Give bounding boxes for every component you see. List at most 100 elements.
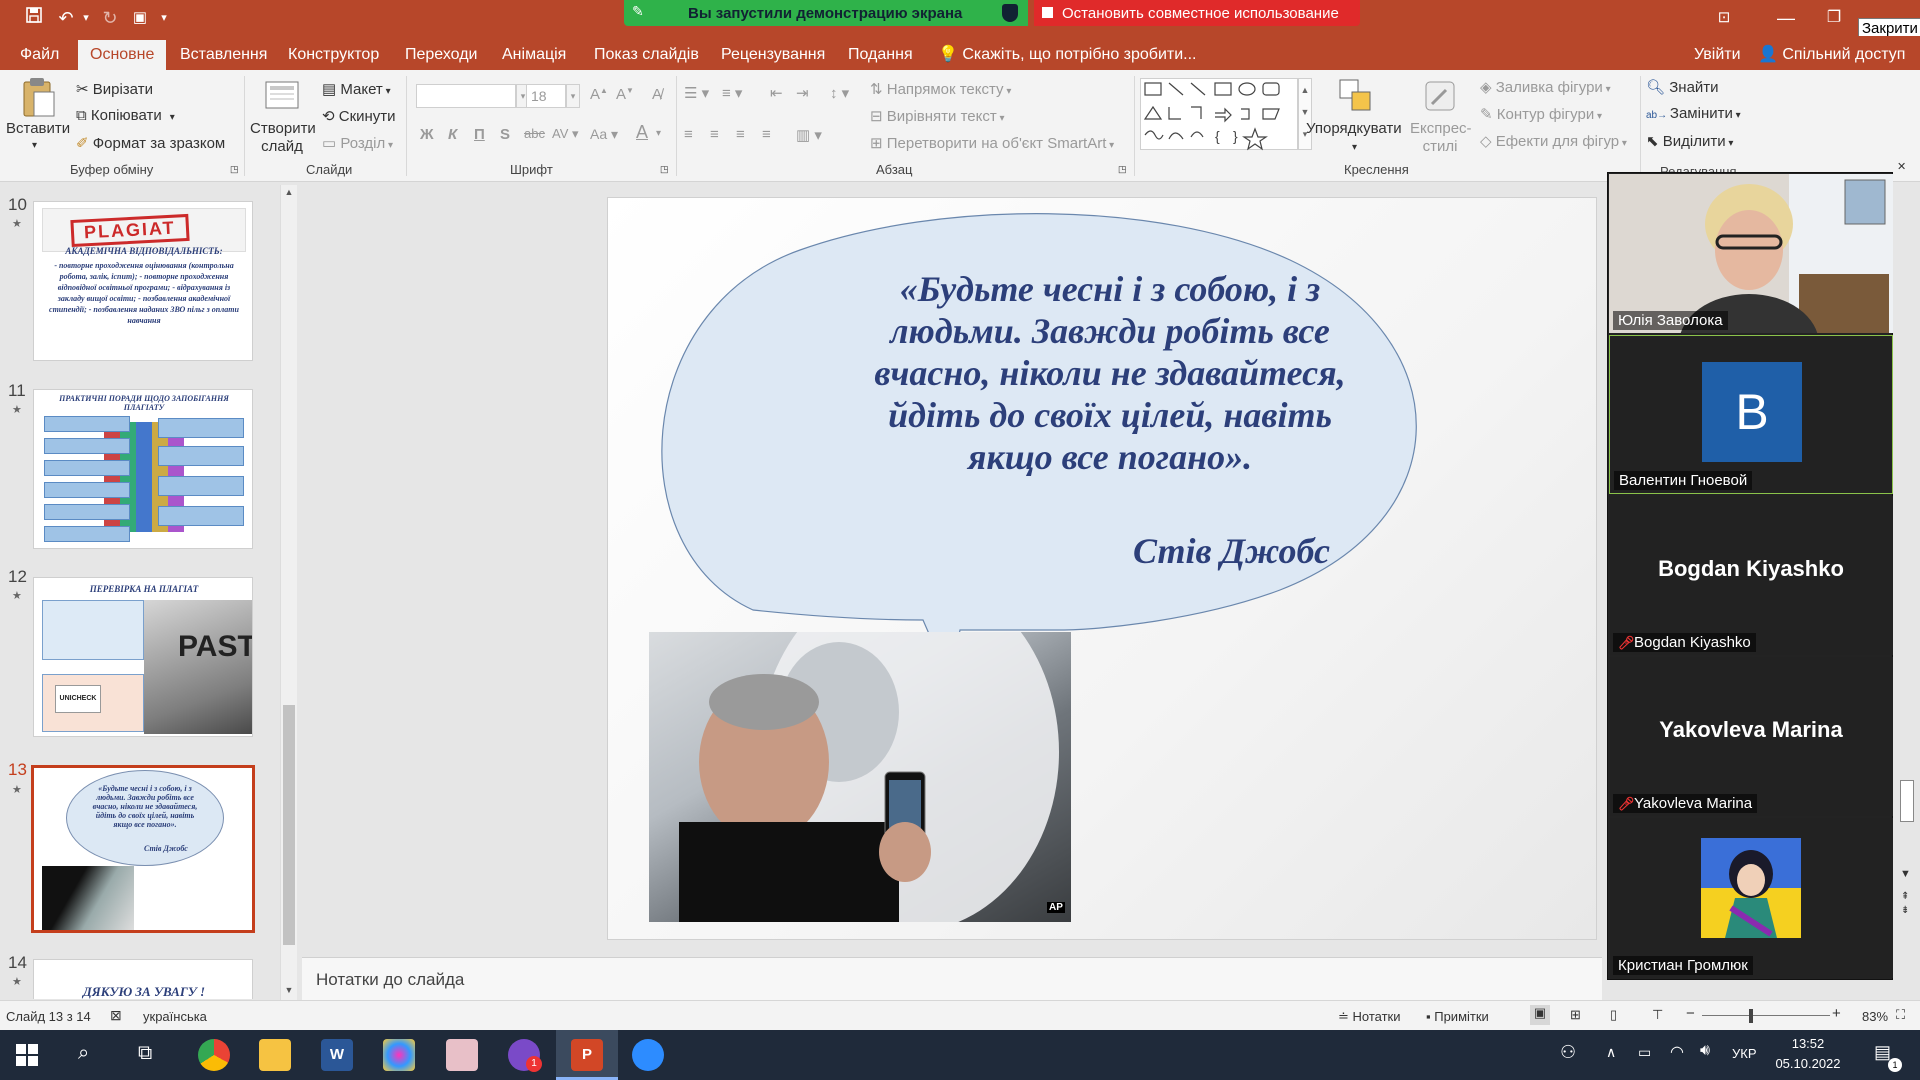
quick-styles-icon[interactable] (1422, 78, 1458, 114)
slide-sorter-icon[interactable]: ⊞ (1570, 1007, 1581, 1023)
tab-design[interactable]: Конструктор (288, 44, 379, 70)
format-painter-button[interactable]: ✐ Формат за зразком (76, 134, 225, 152)
paragraph-launcher-icon[interactable]: ◳ (1118, 164, 1127, 175)
shapes-more-icon[interactable]: ▲ ▼ ▾ (1298, 78, 1312, 150)
select-button[interactable]: ⬉ Виділити ▾ (1646, 132, 1733, 150)
shadow-icon[interactable]: S (500, 126, 510, 143)
arrange-button[interactable]: Упорядкувати (1306, 120, 1402, 137)
search-icon[interactable]: ⌕ (78, 1042, 89, 1065)
tab-review[interactable]: Рецензування (721, 44, 825, 70)
participant-tile[interactable]: Bogdan Kiyashko 🎤︎Bogdan Kiyashko (1609, 496, 1893, 655)
save-icon[interactable] (20, 6, 48, 30)
wifi-icon[interactable]: ◠ (1670, 1042, 1684, 1062)
tray-overflow-icon[interactable]: ∧ (1606, 1044, 1616, 1061)
tab-file[interactable]: Файл (20, 44, 59, 70)
panel-scrollbar-thumb[interactable] (1900, 780, 1914, 822)
increase-indent-icon[interactable]: ⇥ (796, 84, 809, 102)
change-case-icon[interactable]: Aa ▾ (590, 126, 618, 143)
slide-thumbnail-13[interactable]: «Будьте чесні і з собою, і з людьми. Зав… (31, 765, 255, 933)
paint-icon[interactable] (383, 1039, 415, 1071)
task-view-icon[interactable]: ⧉ (138, 1042, 152, 1065)
copy-button[interactable]: ⧉ Копіювати ▾ (76, 107, 175, 124)
cut-button[interactable]: ✂ Вирізати (76, 80, 153, 98)
tab-insert[interactable]: Вставлення (180, 44, 267, 70)
snipping-tool-icon[interactable] (446, 1039, 478, 1071)
customize-qat-icon[interactable]: ▾ (150, 6, 178, 30)
decrease-indent-icon[interactable]: ⇤ (770, 84, 783, 102)
align-center-icon[interactable]: ≡ (710, 126, 719, 143)
tab-transitions[interactable]: Переходи (405, 44, 477, 70)
slide-thumbnail-14[interactable]: ДЯКУЮ ЗА УВАГУ ! (33, 959, 253, 999)
align-left-icon[interactable]: ≡ (684, 126, 693, 143)
people-icon[interactable]: ⚇ (1560, 1042, 1576, 1063)
paste-button[interactable]: Вставити (6, 120, 70, 137)
word-icon[interactable]: W (321, 1039, 353, 1071)
participant-tile[interactable]: Кристиан Громлюк (1609, 818, 1893, 978)
minimize-icon[interactable]: — (1772, 6, 1800, 30)
panel-close-icon[interactable]: ✕ (1897, 160, 1911, 173)
font-size-input[interactable]: 18 (526, 84, 566, 108)
paste-icon[interactable] (18, 76, 58, 120)
comments-toggle[interactable]: ▪ Примітки (1426, 1009, 1489, 1024)
new-slide-button[interactable]: Створити слайд (250, 120, 316, 156)
participant-tile[interactable]: Юлія Заволока (1609, 174, 1893, 333)
maximize-icon[interactable]: ❐ (1820, 6, 1848, 30)
quick-styles-button[interactable]: Експрес-стилі (1410, 120, 1472, 156)
clear-formatting-icon[interactable]: A̸ (652, 86, 662, 103)
tab-slideshow[interactable]: Показ слайдів (594, 44, 699, 70)
zoom-app-icon[interactable] (632, 1039, 664, 1071)
text-direction-button[interactable]: ⇅ Напрямок тексту ▾ (870, 80, 1011, 98)
tab-animations[interactable]: Анімація (502, 44, 566, 70)
font-color-dropdown-icon[interactable]: ▾ (656, 128, 661, 139)
scroll-down-icon[interactable]: ▼ (282, 985, 296, 995)
shape-outline-button[interactable]: ✎ Контур фігури ▾ (1480, 105, 1602, 123)
scroll-up-icon[interactable]: ▲ (282, 187, 296, 197)
grow-font-icon[interactable]: A▲ (590, 86, 608, 103)
zoom-slider-thumb[interactable] (1749, 1009, 1753, 1023)
sign-in-link[interactable]: Увійти (1694, 44, 1741, 70)
shapes-gallery[interactable]: {} (1140, 78, 1298, 151)
section-button[interactable]: ▭ Розділ ▾ (322, 134, 393, 152)
font-launcher-icon[interactable]: ◳ (660, 164, 669, 175)
slideshow-view-icon[interactable]: ⊤ (1652, 1007, 1663, 1023)
clipboard-launcher-icon[interactable]: ◳ (230, 164, 239, 175)
steve-jobs-photo[interactable]: AP (649, 632, 1071, 922)
battery-icon[interactable]: ▭ (1638, 1044, 1651, 1061)
ribbon-display-icon[interactable]: ⊡ (1710, 6, 1738, 30)
notes-pane[interactable]: Нотатки до слайда (302, 957, 1602, 1000)
notes-toggle[interactable]: ≐ Нотатки (1338, 1009, 1401, 1025)
stop-share-button[interactable]: Остановить совместное использование (1034, 0, 1360, 26)
columns-icon[interactable]: ▥ ▾ (796, 126, 822, 144)
align-text-button[interactable]: ⊟ Вирівняти текст ▾ (870, 107, 1005, 125)
thumbnail-scrollbar[interactable]: ▲ ▼ (280, 185, 297, 1000)
shape-effects-button[interactable]: ◇ Ефекти для фігур ▾ (1480, 132, 1627, 150)
layout-button[interactable]: ▤ Макет ▾ (322, 80, 391, 98)
tab-home[interactable]: Основне (78, 40, 167, 70)
file-explorer-icon[interactable] (259, 1039, 291, 1071)
new-slide-icon[interactable] (262, 76, 302, 116)
zoom-out-icon[interactable]: − (1686, 1005, 1695, 1022)
tell-me-box[interactable]: 💡 Скажіть, що потрібно зробити... (938, 44, 1197, 70)
font-size-dropdown-icon[interactable]: ▾ (566, 84, 580, 108)
spellcheck-icon[interactable]: ⊠ (110, 1007, 122, 1024)
strikethrough-icon[interactable]: abc (524, 126, 545, 141)
quote-author[interactable]: Стів Джобс (1000, 530, 1330, 572)
underline-icon[interactable]: П (474, 126, 485, 143)
italic-icon[interactable]: К (448, 126, 457, 143)
line-spacing-icon[interactable]: ↕ ▾ (830, 84, 849, 102)
quote-text[interactable]: «Будьте чесні і з собою, і з людьми. Зав… (870, 268, 1350, 478)
reading-view-icon[interactable]: ▯ (1610, 1007, 1617, 1023)
zoom-in-icon[interactable]: + (1832, 1005, 1841, 1022)
redo-icon[interactable]: ↻ (96, 6, 124, 30)
slide-thumbnail-12[interactable]: ПЕРЕВІРКА НА ПЛАГІАТ PASTE UNICHECK (33, 577, 253, 737)
participant-tile[interactable]: B Валентин Гноевой (1609, 335, 1893, 494)
slide-thumbnail-10[interactable]: PLAGIAT АКАДЕМІЧНА ВІДПОВІДАЛЬНІСТЬ: - п… (33, 201, 253, 361)
page-nav-icon[interactable]: ⇞ ⇟ (1901, 890, 1909, 918)
find-button[interactable]: 🔍︎ Знайти (1646, 78, 1719, 96)
scrollbar-thumb[interactable] (283, 705, 295, 945)
fit-to-window-icon[interactable]: ⛶ (1896, 1007, 1905, 1023)
zoom-level[interactable]: 83% (1862, 1009, 1888, 1024)
participant-tile[interactable]: Yakovleva Marina 🎤︎Yakovleva Marina (1609, 657, 1893, 816)
arrange-icon[interactable] (1338, 78, 1374, 114)
language-indicator[interactable]: українська (143, 1009, 207, 1024)
